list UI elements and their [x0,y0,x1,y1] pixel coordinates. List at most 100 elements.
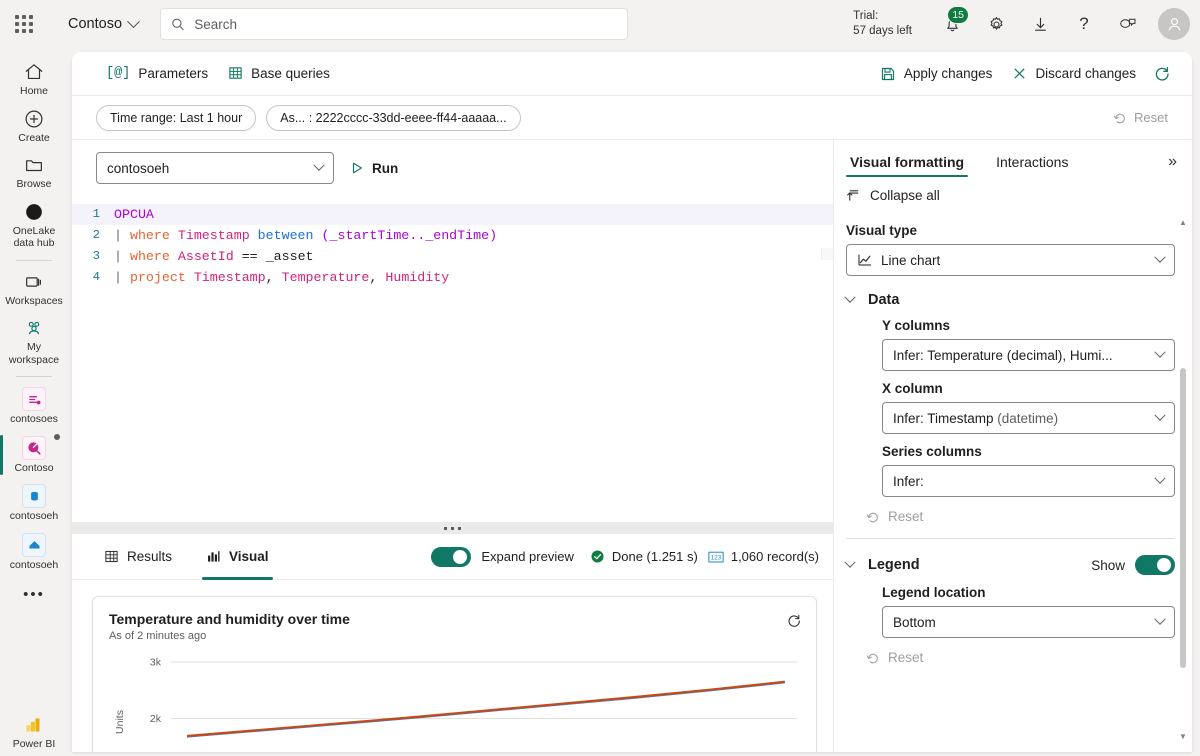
database-selector[interactable]: contosoeh [96,152,334,184]
notifications-button[interactable]: 15 [930,2,974,46]
y-columns-label: Y columns [882,318,951,333]
rail-divider [16,376,52,377]
line-chart-svg: 1k2k3k 10:0010:0210:0410:0610:0810:1010:… [114,657,797,738]
sidebar-item-power-bi[interactable]: Power BI [0,709,68,756]
asset-filter-pill[interactable]: As... : 2222cccc-33dd-eeee-ff44-aaaaa... [266,104,521,131]
editor-results-body: contosoeh Run 1 OPCUA 2 | where Timestam… [72,140,1192,752]
brand-switcher[interactable]: Contoso [68,14,140,32]
sidebar-item-create[interactable]: Create [0,103,68,150]
visual-type-select[interactable]: Line chart [846,244,1175,276]
sidebar-item-my-workspace[interactable]: My workspace [0,312,68,371]
chevron-down-icon [313,159,325,171]
chart-subtitle: As of 2 minutes ago [109,630,207,642]
chevron-down-icon [844,556,856,568]
parameters-button[interactable]: [@] Parameters [96,59,218,89]
series-columns-select[interactable]: Infer: [882,465,1175,497]
legend-location-label: Legend location [882,585,986,600]
onelake-icon [26,203,42,220]
tab-visual[interactable]: Visual [198,534,277,580]
data-reset-button[interactable]: Reset [846,497,1175,524]
sidebar-item-contosoeh-eventhouse[interactable]: contosoeh [0,528,68,577]
main-canvas: [@] Parameters Base queries Apply change… [72,52,1192,752]
kql-code-editor[interactable]: 1 OPCUA 2 | where Timestamp between (_st… [72,196,833,434]
waffle-menu-button[interactable] [0,0,48,48]
feedback-button[interactable] [1106,2,1150,46]
sidebar-item-contosoes[interactable]: contosoes [0,382,68,431]
panel-scrollbar[interactable]: ▲ ▼ [1178,218,1188,742]
sidebar-item-contoso[interactable]: Contoso [0,431,68,480]
legend-location-select[interactable]: Bottom [882,606,1175,638]
chevron-double-right-icon[interactable]: » [1168,153,1177,171]
series-columns-value: Infer: [893,473,924,489]
sidebar-item-contosoeh-kql[interactable]: contosoeh [0,479,68,528]
editor-scrollbar-corner[interactable] [821,248,833,260]
base-queries-button[interactable]: Base queries [218,59,340,89]
numbers-icon: 123 [708,551,724,562]
collapse-all-button[interactable]: Collapse all [834,184,1191,213]
query-status: Done (1.251 s) [590,549,698,564]
tab-visual-formatting[interactable]: Visual formatting [846,140,969,184]
sidebar-item-label: My workspace [8,341,60,366]
legend-section-header[interactable]: Legend Show [844,555,1175,575]
trial-line-1: Trial: [853,10,879,22]
scroll-down-arrow-icon[interactable]: ▼ [1178,732,1188,742]
plus-circle-icon [25,110,43,127]
visual-chart-card: Temperature and humidity over time As of… [92,596,817,752]
sidebar-more-button[interactable]: ••• [0,576,68,605]
line-number: 2 [92,228,100,242]
panel-body: Visual type Line chart Data Y columns In… [834,223,1191,665]
scrollbar-thumb[interactable] [1180,368,1186,668]
code-text: | project Timestamp, Temperature, Humidi… [114,267,449,288]
parameters-label: Parameters [138,66,209,81]
chevron-down-icon [1154,613,1166,625]
expand-preview-toggle[interactable] [431,546,472,567]
tab-interactions[interactable]: Interactions [992,140,1072,184]
discard-changes-button[interactable]: Discard changes [1002,59,1146,89]
collapse-all-label: Collapse all [870,188,940,203]
settings-button[interactable] [974,2,1018,46]
tab-interactions-label: Interactions [996,154,1069,170]
search-input[interactable] [194,16,618,32]
panel-tab-bar: Visual formatting Interactions » [834,140,1191,184]
code-token: == [241,249,266,264]
help-icon: ? [1079,14,1089,33]
search-box[interactable] [160,8,629,40]
filters-reset-button[interactable]: Reset [1113,110,1178,125]
apply-changes-button[interactable]: Apply changes [870,59,1003,89]
pane-resize-handle[interactable] [72,522,833,534]
time-range-pill[interactable]: Time range: Last 1 hour [96,104,257,131]
sidebar-item-workspaces[interactable]: Workspaces [0,266,68,313]
check-circle-icon [591,550,604,563]
sidebar-item-label: Browse [16,178,52,190]
base-queries-icon [229,67,242,79]
tab-results-label: Results [127,549,173,564]
legend-reset-button[interactable]: Reset [846,638,1175,665]
legend-show-toggle[interactable] [1135,555,1175,575]
sidebar-item-label: Contoso [14,461,54,474]
download-button[interactable] [1018,2,1062,46]
tab-results[interactable]: Results [96,534,180,580]
help-button[interactable]: ? [1062,2,1106,46]
home-icon [25,64,43,80]
x-column-label: X column [882,381,943,396]
run-button[interactable]: Run [350,161,398,176]
sidebar-item-browse[interactable]: Browse [0,149,68,196]
save-icon [881,67,894,80]
sidebar-item-home[interactable]: Home [0,56,68,103]
record-count: 123 1,060 record(s) [708,549,819,564]
y-columns-select[interactable]: Infer: Temperature (decimal), Humi... [882,339,1175,371]
sidebar-item-onelake-data-hub[interactable]: OneLake data hub [0,196,68,255]
x-column-select[interactable]: Infer: Timestamp (datetime) [882,402,1175,434]
header-actions: Trial: 57 days left 15 ? [853,2,1200,46]
code-line: 1 OPCUA [72,204,833,225]
gear-icon [990,16,1002,30]
scroll-up-arrow-icon[interactable]: ▲ [1178,218,1188,228]
code-token: , [369,270,386,285]
chart-refresh-button[interactable] [786,613,802,634]
account-avatar[interactable] [1158,8,1190,40]
feedback-icon [1120,18,1136,28]
data-section-header[interactable]: Data [844,291,1175,308]
refresh-button[interactable] [1146,59,1178,89]
query-bar: contosoeh Run [72,140,833,196]
app-header: Contoso Trial: 57 days left 15 [0,0,1200,48]
